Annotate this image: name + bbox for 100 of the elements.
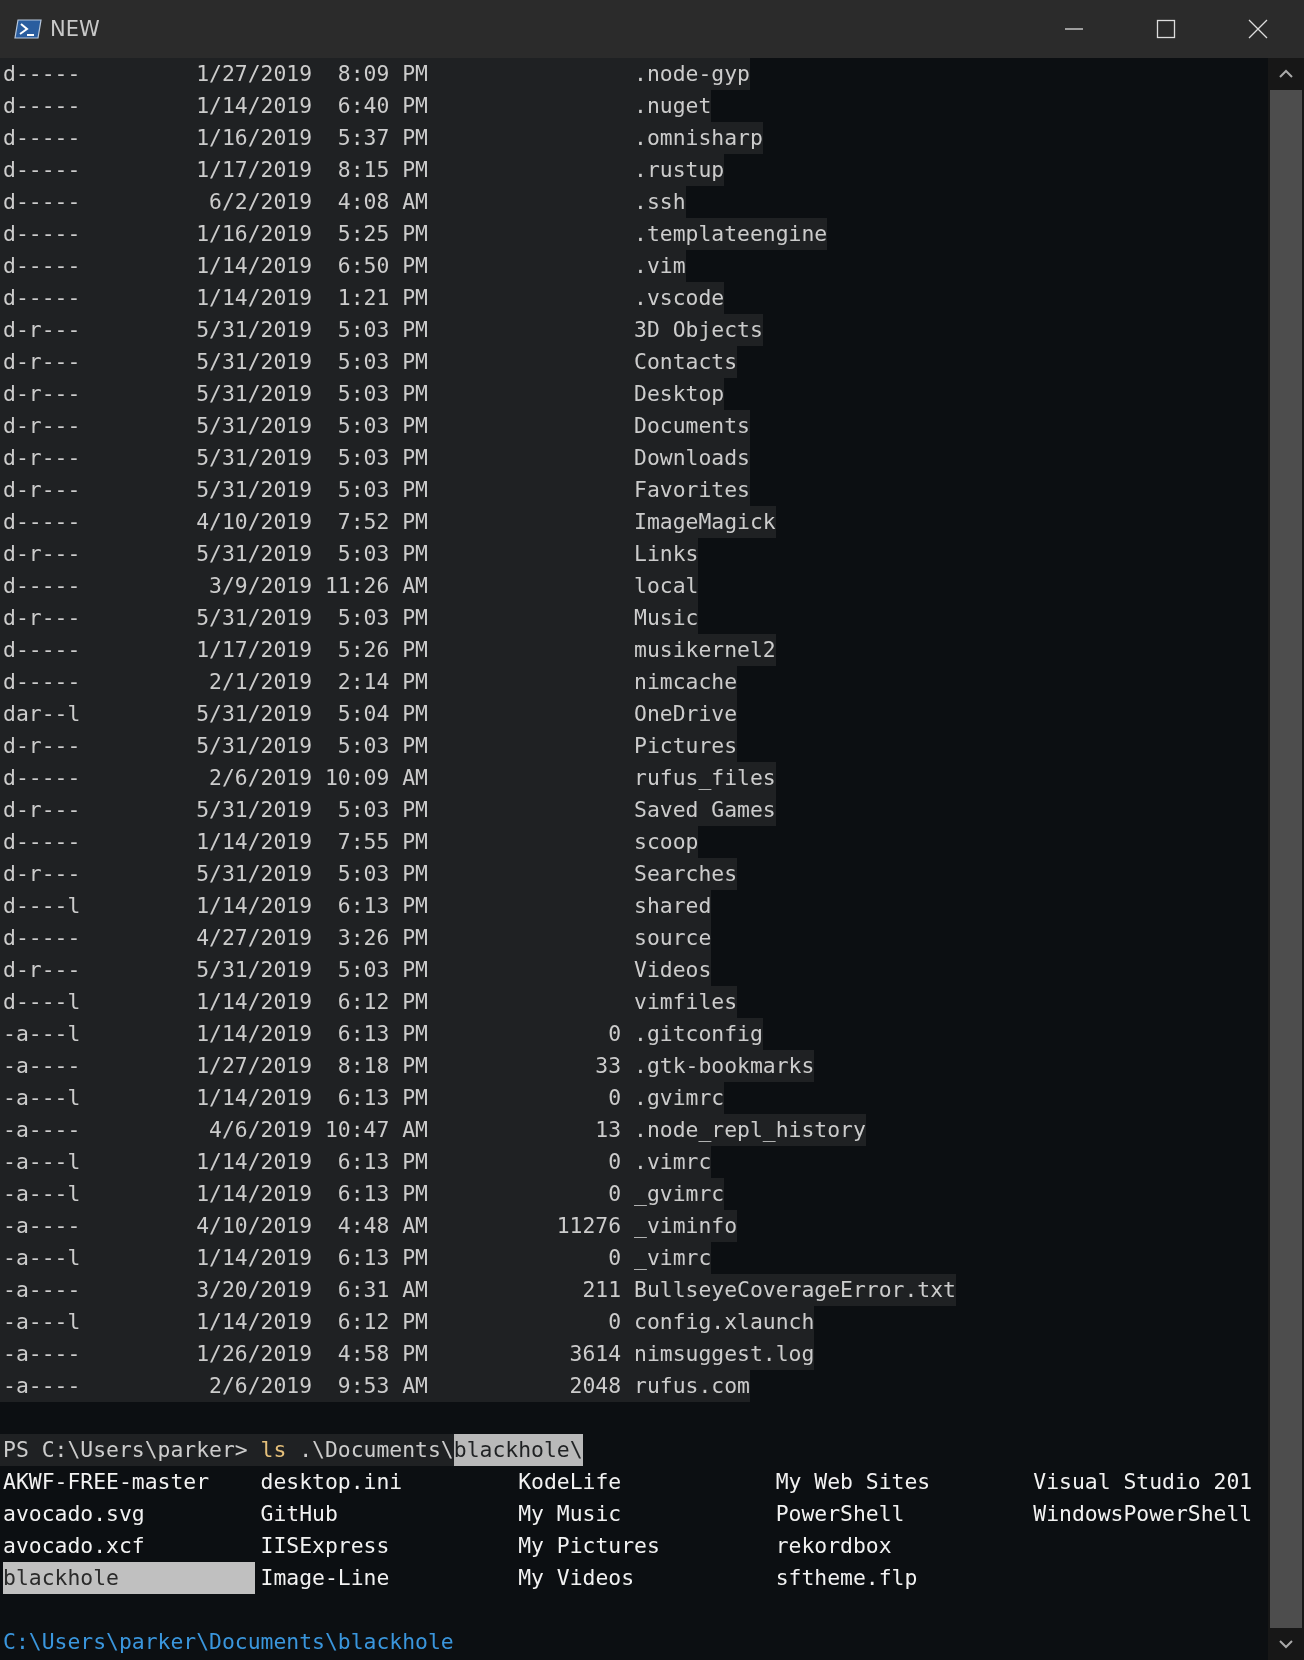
completion-item[interactable]: avocado.svg — [3, 1498, 145, 1530]
completion-item[interactable]: AKWF-FREE-master — [3, 1466, 210, 1498]
modified-time: 4:08 AM — [337, 189, 428, 214]
file-mode: dar--l — [3, 700, 82, 728]
close-icon[interactable] — [1248, 19, 1268, 39]
modified-time: 1:21 PM — [337, 285, 428, 310]
file-mode: -a---l — [3, 1308, 82, 1336]
file-mode: d-r--- — [3, 732, 82, 760]
modified-date: 5/31/2019 — [196, 957, 313, 982]
modified-time: 4:48 AM — [337, 1213, 428, 1238]
file-name: .vscode — [634, 284, 725, 312]
modified-time: 5:03 PM — [337, 477, 428, 502]
completion-item[interactable]: rekordbox — [775, 1530, 892, 1562]
file-name: .omnisharp — [634, 124, 763, 152]
maximize-icon[interactable] — [1156, 19, 1176, 39]
file-mode: d-r--- — [3, 380, 82, 408]
file-name: .vimrc — [634, 1148, 712, 1176]
modified-date: 4/6/2019 — [209, 1117, 313, 1142]
modified-date: 2/6/2019 — [209, 765, 313, 790]
file-name: .rustup — [634, 156, 725, 184]
modified-time: 6:13 PM — [337, 1245, 428, 1270]
completion-item[interactable]: My Pictures — [518, 1530, 660, 1562]
modified-date: 1/14/2019 — [196, 1021, 313, 1046]
file-mode: d----- — [3, 636, 82, 664]
scroll-down-icon[interactable] — [1279, 1639, 1293, 1649]
modified-date: 1/27/2019 — [196, 1053, 313, 1078]
file-name: ImageMagick — [634, 508, 776, 536]
modified-time: 4:58 PM — [337, 1341, 428, 1366]
completion-item[interactable]: KodeLife — [518, 1466, 622, 1498]
modified-time: 6:13 PM — [337, 1085, 428, 1110]
modified-time: 8:09 PM — [337, 61, 428, 86]
completion-item[interactable]: blackhole — [3, 1562, 256, 1594]
file-name: _gvimrc — [634, 1180, 725, 1208]
completion-item[interactable]: My Music — [518, 1498, 622, 1530]
modified-time: 5:03 PM — [337, 797, 428, 822]
file-mode: d----- — [3, 828, 82, 856]
file-name: Links — [634, 540, 699, 568]
file-mode: d----- — [3, 252, 82, 280]
file-name: BullseyeCoverageError.txt — [634, 1276, 956, 1304]
file-mode: -a---- — [3, 1212, 82, 1240]
modified-date: 1/14/2019 — [196, 1149, 313, 1174]
modified-date: 1/14/2019 — [196, 1309, 313, 1334]
completion-item[interactable]: desktop.ini — [260, 1466, 403, 1498]
file-name: .ssh — [634, 188, 686, 216]
file-mode: -a---- — [3, 1340, 82, 1368]
modified-date: 5/31/2019 — [196, 733, 313, 758]
file-mode: d-r--- — [3, 476, 82, 504]
modified-time: 6:50 PM — [337, 253, 428, 278]
modified-date: 1/14/2019 — [196, 1085, 313, 1110]
completion-item[interactable]: GitHub — [260, 1498, 338, 1530]
completion-item[interactable]: avocado.xcf — [3, 1530, 145, 1562]
file-name: musikernel2 — [634, 636, 776, 664]
modified-time: 6:12 PM — [337, 1309, 428, 1334]
file-name: OneDrive — [634, 700, 738, 728]
file-size: 0 — [608, 1309, 622, 1334]
modified-date: 1/26/2019 — [196, 1341, 313, 1366]
completion-item[interactable]: Visual Studio 201 — [1033, 1466, 1253, 1498]
completion-item[interactable]: My Videos — [518, 1562, 635, 1594]
file-size: 2048 — [569, 1373, 622, 1398]
modified-date: 1/14/2019 — [196, 829, 313, 854]
file-mode: d-r--- — [3, 796, 82, 824]
file-mode: -a---l — [3, 1180, 82, 1208]
file-name: rufus_files — [634, 764, 776, 792]
file-name: shared — [634, 892, 712, 920]
file-name: rufus.com — [634, 1372, 750, 1400]
file-mode: -a---- — [3, 1372, 82, 1400]
modified-date: 1/14/2019 — [196, 1181, 313, 1206]
file-mode: d----- — [3, 60, 82, 88]
file-name: _viminfo — [634, 1212, 738, 1240]
modified-time: 5:03 PM — [337, 381, 428, 406]
file-name: .gitconfig — [634, 1020, 763, 1048]
file-mode: d-r--- — [3, 444, 82, 472]
file-mode: d----l — [3, 988, 82, 1016]
file-mode: d-r--- — [3, 860, 82, 888]
file-size: 0 — [608, 1085, 622, 1110]
file-size: 0 — [608, 1181, 622, 1206]
completion-item[interactable]: My Web Sites — [775, 1466, 931, 1498]
file-name: Searches — [634, 860, 738, 888]
current-path: C:\Users\parker\Documents\blackhole — [2, 1628, 454, 1656]
modified-date: 3/9/2019 — [209, 573, 313, 598]
completion-item[interactable]: sftheme.flp — [775, 1562, 918, 1594]
modified-date: 5/31/2019 — [196, 349, 313, 374]
completion-item[interactable]: IISExpress — [260, 1530, 390, 1562]
completion-item[interactable]: WindowsPowerShell — [1033, 1498, 1253, 1530]
file-mode: -a---l — [3, 1244, 82, 1272]
modified-time: 10:09 AM — [324, 765, 428, 790]
file-size: 11276 — [556, 1213, 622, 1238]
file-name: Music — [634, 604, 699, 632]
completion-item[interactable]: PowerShell — [775, 1498, 905, 1530]
file-size: 13 — [595, 1117, 622, 1142]
modified-date: 4/27/2019 — [196, 925, 313, 950]
modified-date: 1/27/2019 — [196, 61, 313, 86]
scroll-up-icon[interactable] — [1279, 69, 1293, 79]
completion-item[interactable]: Image-Line — [260, 1562, 390, 1594]
file-name: .node-gyp — [634, 60, 750, 88]
modified-date: 5/31/2019 — [196, 701, 313, 726]
file-name: local — [634, 572, 699, 600]
file-name: nimcache — [634, 668, 738, 696]
file-name: scoop — [634, 828, 699, 856]
file-mode: d----l — [3, 892, 82, 920]
